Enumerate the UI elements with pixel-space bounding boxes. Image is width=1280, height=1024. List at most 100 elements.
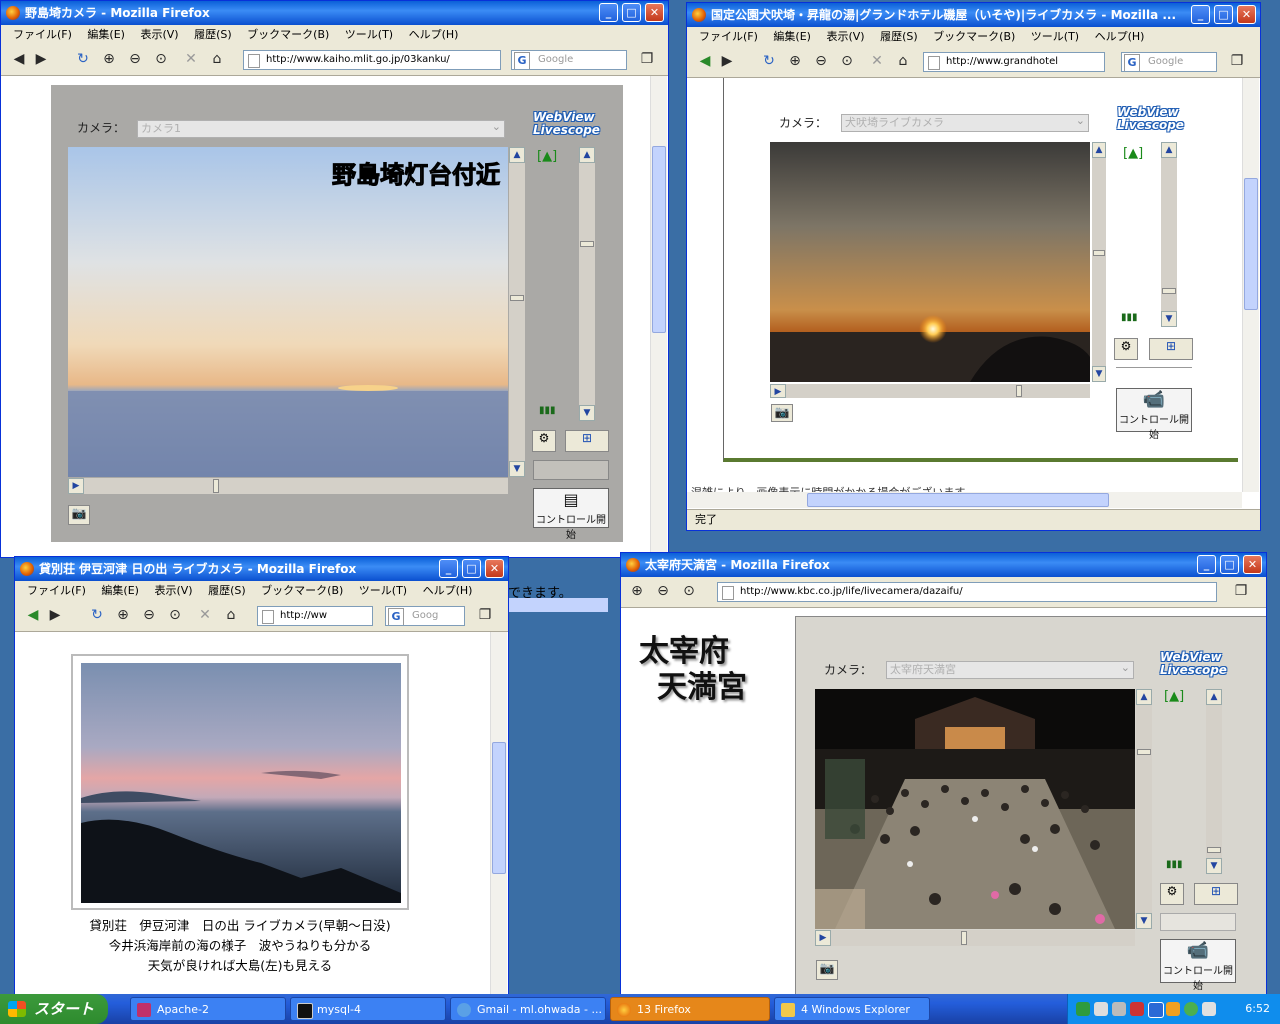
camera-select[interactable]: カメラ1 xyxy=(137,119,505,138)
zoom-in-icon[interactable]: ⊕ xyxy=(99,49,119,69)
snapshot-icon[interactable]: 📷 xyxy=(816,960,838,980)
task-firefox-group[interactable]: 13 Firefox xyxy=(610,997,770,1021)
menu-tools[interactable]: ツール(T) xyxy=(1031,30,1079,43)
zoom-reset-icon[interactable]: ⊙ xyxy=(837,51,857,71)
menu-tools[interactable]: ツール(T) xyxy=(359,584,407,597)
view-vscroll[interactable]: ▲ ▼ xyxy=(509,147,525,477)
control-start-button[interactable]: ▤ コントロール開始 xyxy=(533,488,609,541)
zoom-slider[interactable]: ▲ ▼ xyxy=(1161,142,1177,327)
close-button[interactable]: ✕ xyxy=(485,559,504,578)
task-explorer-group[interactable]: 4 Windows Explorer xyxy=(774,997,930,1021)
title-bar[interactable]: 国定公園犬吠埼・昇龍の湯|グランドホテル磯屋（いそや)|ライブカメラ - Moz… xyxy=(687,3,1260,27)
control-start-button[interactable]: 📹 コントロール開始 xyxy=(1160,939,1236,992)
windows-icon[interactable]: ❐ xyxy=(1227,51,1247,71)
home-icon[interactable]: ⌂ xyxy=(893,51,913,71)
search-field[interactable]: Google xyxy=(1121,52,1217,72)
snapshot-icon[interactable]: 📷 xyxy=(68,505,90,525)
menu-help[interactable]: ヘルプ(H) xyxy=(423,584,473,597)
title-bar[interactable]: 貸別荘 伊豆河津 日の出 ライブカメラ - Mozilla Firefox _ … xyxy=(15,557,508,581)
search-field[interactable]: Goog xyxy=(385,606,465,626)
zoom-reset-icon[interactable]: ⊙ xyxy=(679,581,699,601)
view-vscroll[interactable]: ▲ ▼ xyxy=(1092,142,1106,382)
menu-bookmarks[interactable]: ブックマーク(B) xyxy=(247,28,329,41)
tray-shield-icon[interactable] xyxy=(1184,1002,1198,1016)
maximize-button[interactable]: □ xyxy=(462,559,481,578)
minimize-button[interactable]: _ xyxy=(1191,5,1210,24)
close-button[interactable]: ✕ xyxy=(1237,5,1256,24)
menu-view[interactable]: 表示(V) xyxy=(154,584,192,597)
reload-icon[interactable]: ↻ xyxy=(87,605,107,625)
maximize-button[interactable]: □ xyxy=(1220,555,1239,574)
windows-icon[interactable]: ❐ xyxy=(1231,581,1251,601)
page-vscroll[interactable] xyxy=(1242,78,1259,492)
task-mysql[interactable]: mysql-4 xyxy=(290,997,446,1021)
menu-file[interactable]: ファイル(F) xyxy=(27,584,86,597)
close-button[interactable]: ✕ xyxy=(645,3,664,22)
close-button[interactable]: ✕ xyxy=(1243,555,1262,574)
tray-network-icon[interactable] xyxy=(1076,1002,1090,1016)
view-hscroll[interactable]: ◀ ▶ xyxy=(815,930,1135,946)
menu-help[interactable]: ヘルプ(H) xyxy=(1095,30,1145,43)
zoom-slider[interactable]: ▲ ▼ xyxy=(579,147,595,421)
menu-edit[interactable]: 編集(E) xyxy=(87,28,125,41)
page-vscroll[interactable] xyxy=(490,632,507,997)
menu-history[interactable]: 履歴(S) xyxy=(194,28,232,41)
menu-help[interactable]: ヘルプ(H) xyxy=(409,28,459,41)
home-icon[interactable]: ⌂ xyxy=(221,605,241,625)
reload-icon[interactable]: ↻ xyxy=(759,51,779,71)
view-hscroll[interactable]: ◀ ▶ xyxy=(68,478,508,494)
back-icon[interactable]: ◀ xyxy=(695,51,715,71)
menu-file[interactable]: ファイル(F) xyxy=(699,30,758,43)
frame-icon[interactable]: ⊞ xyxy=(1194,883,1238,905)
menu-history[interactable]: 履歴(S) xyxy=(208,584,246,597)
minimize-button[interactable]: _ xyxy=(599,3,618,22)
zoom-out-icon[interactable]: ⊖ xyxy=(653,581,673,601)
minimize-button[interactable]: _ xyxy=(1197,555,1216,574)
menu-bookmarks[interactable]: ブックマーク(B) xyxy=(261,584,343,597)
tray-update-icon[interactable] xyxy=(1166,1002,1180,1016)
frame-icon[interactable]: ⊞ xyxy=(565,430,609,452)
snapshot-icon[interactable]: 📷 xyxy=(771,404,793,422)
back-icon[interactable]: ◀ xyxy=(9,49,29,69)
control-start-button[interactable]: 📹 コントロール開始 xyxy=(1116,388,1192,441)
menu-bookmarks[interactable]: ブックマーク(B) xyxy=(933,30,1015,43)
forward-icon[interactable]: ▶ xyxy=(717,51,737,71)
start-button[interactable]: スタート xyxy=(0,994,108,1024)
pan-up-icon[interactable]: [▲] xyxy=(1123,146,1143,161)
reload-icon[interactable]: ↻ xyxy=(73,49,93,69)
zoom-in-icon[interactable]: ⊕ xyxy=(627,581,647,601)
camera-select[interactable]: 太宰府天満宮 xyxy=(886,660,1134,679)
minimize-button[interactable]: _ xyxy=(439,559,458,578)
zoom-out-icon[interactable]: ⊖ xyxy=(139,605,159,625)
stop-icon[interactable]: ✕ xyxy=(195,605,215,625)
menu-file[interactable]: ファイル(F) xyxy=(13,28,72,41)
preset-icon[interactable]: ⚙ xyxy=(1160,883,1184,905)
zoom-in-icon[interactable]: ⊕ xyxy=(785,51,805,71)
zoom-out-icon[interactable]: ⊖ xyxy=(811,51,831,71)
zoom-reset-icon[interactable]: ⊙ xyxy=(165,605,185,625)
home-icon[interactable]: ⌂ xyxy=(207,49,227,69)
preset-icon[interactable]: ⚙ xyxy=(1114,338,1138,360)
url-field[interactable]: http://www.grandhotel xyxy=(923,52,1105,72)
title-bar[interactable]: 太宰府天満宮 - Mozilla Firefox _ □ ✕ xyxy=(621,553,1266,577)
tray-volume-icon[interactable] xyxy=(1112,1002,1126,1016)
windows-icon[interactable]: ❐ xyxy=(637,49,657,69)
view-hscroll[interactable]: ◀ ▶ xyxy=(770,384,1090,398)
page-vscroll[interactable] xyxy=(650,76,667,557)
forward-icon[interactable]: ▶ xyxy=(31,49,51,69)
pan-up-icon[interactable]: [▲] xyxy=(537,149,557,164)
menu-edit[interactable]: 編集(E) xyxy=(773,30,811,43)
tray-misc-icon[interactable] xyxy=(1202,1002,1216,1016)
title-bar[interactable]: 野島埼カメラ - Mozilla Firefox _ □ ✕ xyxy=(1,1,668,25)
zoom-reset-icon[interactable]: ⊙ xyxy=(151,49,171,69)
menu-view[interactable]: 表示(V) xyxy=(826,30,864,43)
maximize-button[interactable]: □ xyxy=(1214,5,1233,24)
tray-app-icon[interactable] xyxy=(1094,1002,1108,1016)
tray-ime-icon[interactable] xyxy=(1148,1002,1164,1018)
menu-tools[interactable]: ツール(T) xyxy=(345,28,393,41)
tray-security-icon[interactable] xyxy=(1130,1002,1144,1016)
url-field[interactable]: http://www.kbc.co.jp/life/livecamera/daz… xyxy=(717,582,1217,602)
search-field[interactable]: Google xyxy=(511,50,627,70)
windows-icon[interactable]: ❐ xyxy=(475,605,495,625)
task-gmail[interactable]: Gmail - ml.ohwada - ... xyxy=(450,997,606,1021)
